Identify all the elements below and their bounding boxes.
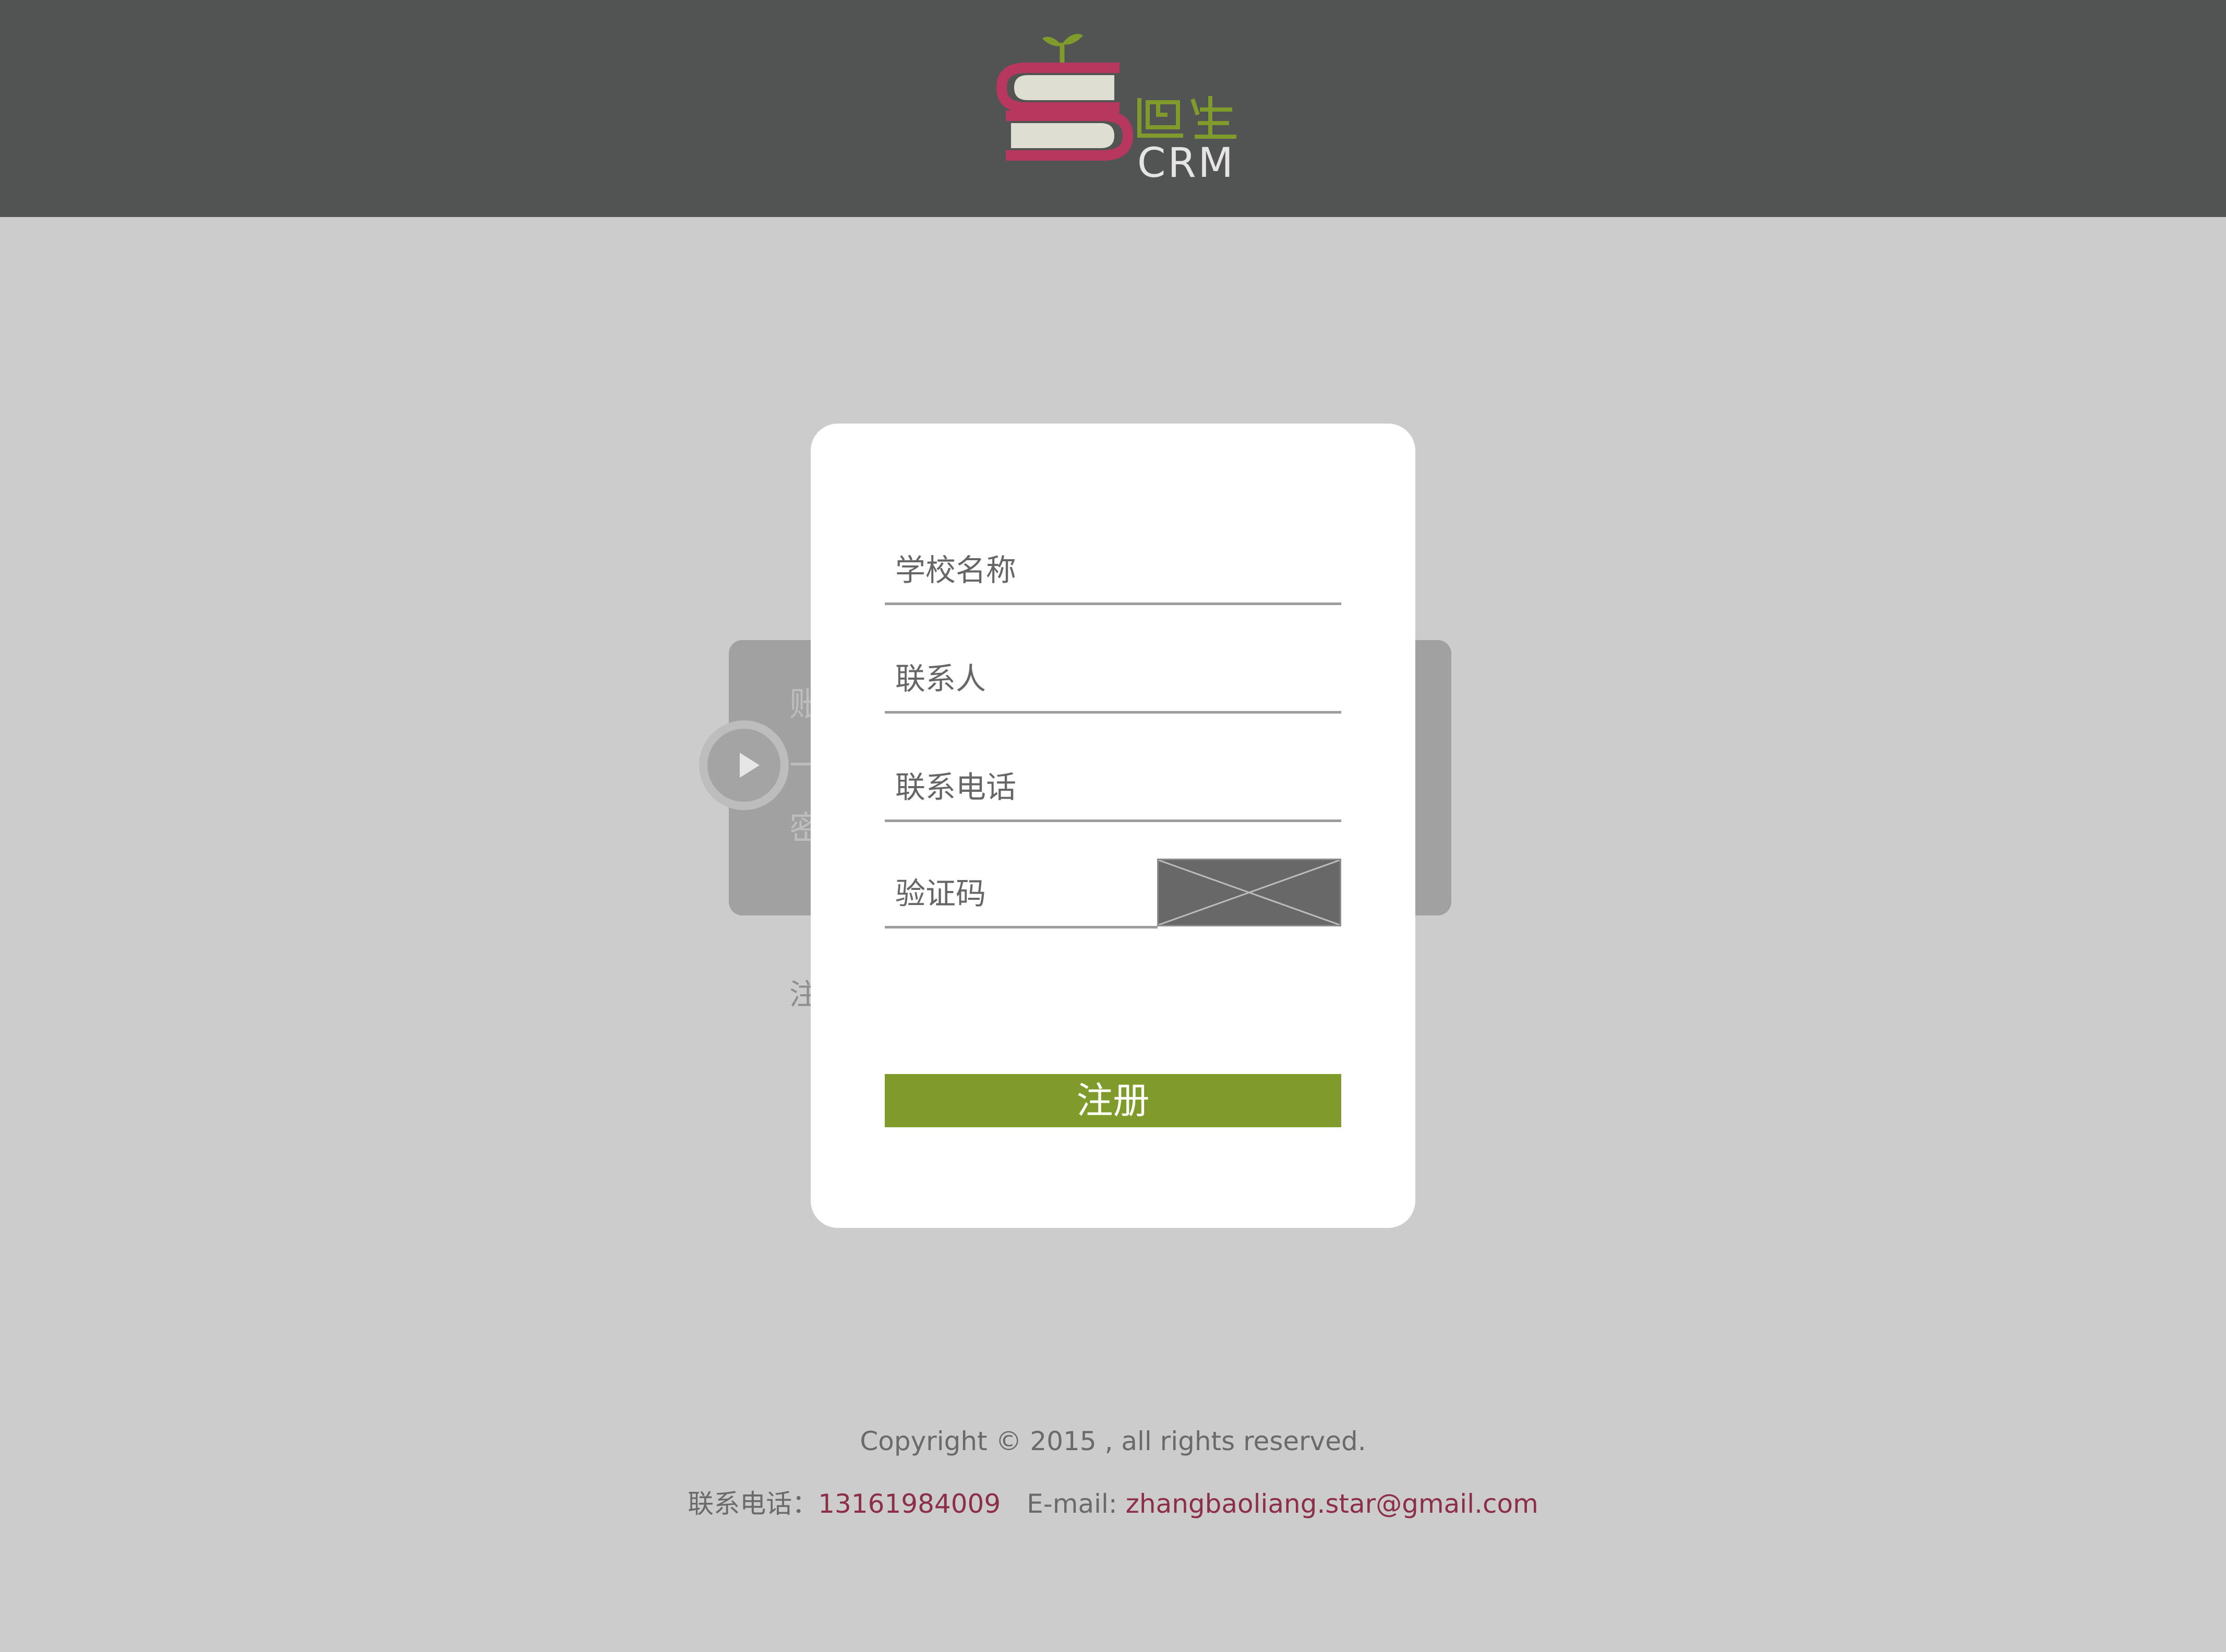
school-name-input[interactable]: [885, 537, 1341, 602]
contact-person-input[interactable]: [885, 646, 1341, 711]
header-bar: CRM: [0, 0, 2226, 217]
footer-phone-label: 联系电话：: [688, 1489, 819, 1519]
background-login-play-button[interactable]: [699, 720, 789, 810]
captcha-image[interactable]: [1157, 859, 1341, 926]
register-modal: 注册: [811, 424, 1415, 1228]
school-name-field: [885, 537, 1341, 605]
footer-email-label: E-mail:: [1027, 1489, 1126, 1519]
broken-image-icon: [1159, 860, 1340, 925]
contact-phone-input[interactable]: [885, 754, 1341, 819]
contact-phone-field: [885, 754, 1341, 822]
logo-text: CRM: [1137, 140, 1235, 187]
logo[interactable]: CRM: [991, 26, 1242, 193]
play-icon: [740, 753, 760, 778]
footer-email-link[interactable]: zhangbaoliang.star@gmail.com: [1126, 1489, 1538, 1519]
captcha-field: [885, 861, 1158, 929]
captcha-input[interactable]: [885, 861, 1158, 926]
footer-phone-link[interactable]: 13161984009: [818, 1489, 1001, 1519]
contact-person-field: [885, 646, 1341, 714]
register-submit-button[interactable]: 注册: [885, 1074, 1341, 1127]
footer-copyright: Copyright © 2015 , all rights reserved.: [860, 1426, 1366, 1456]
footer-contact: 联系电话：13161984009 E-mail: zhangbaoliang.st…: [0, 1491, 2226, 1517]
